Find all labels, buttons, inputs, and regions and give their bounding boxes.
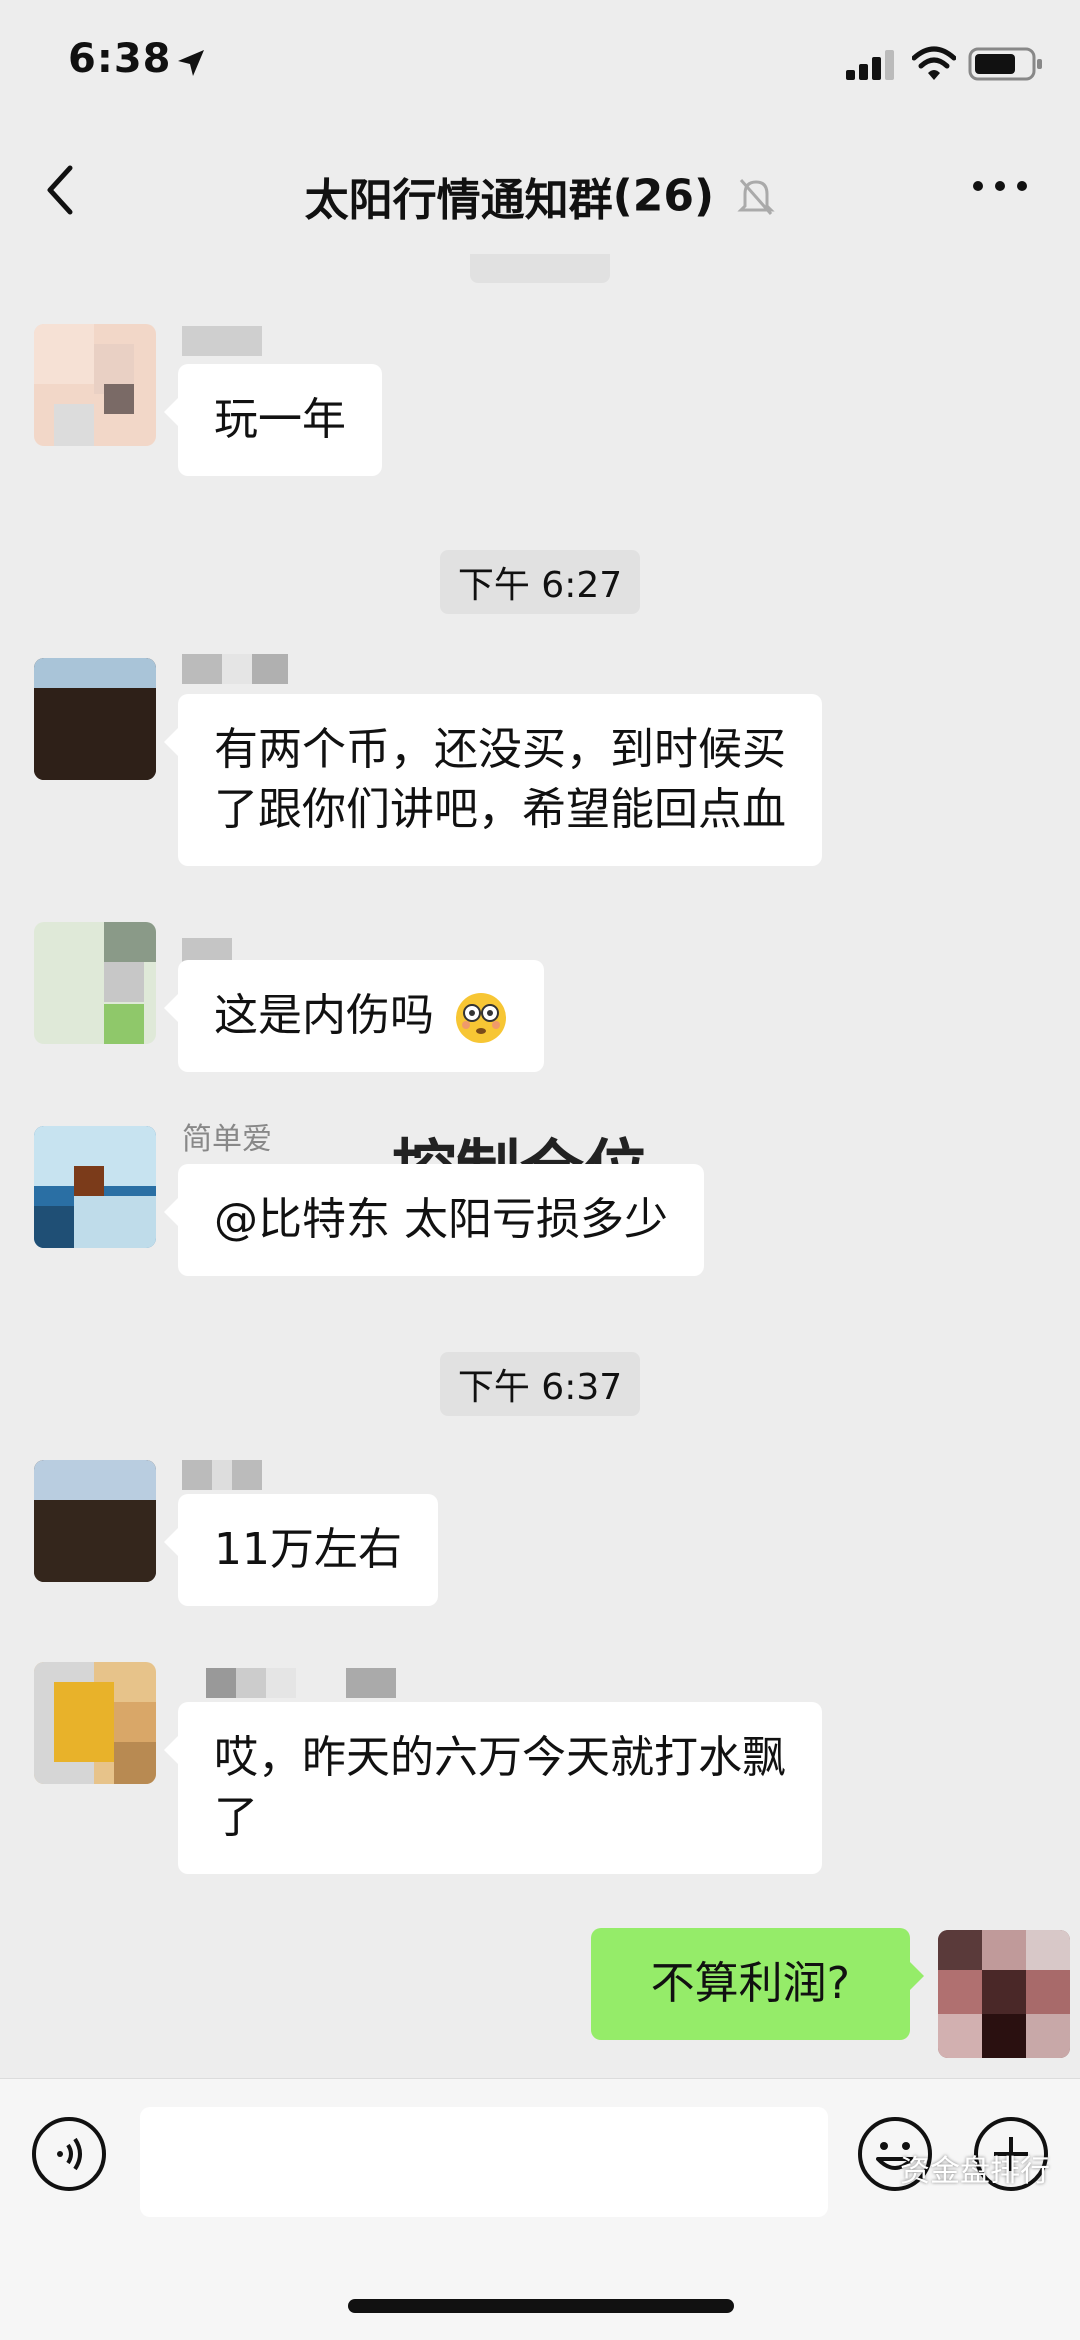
message-bubble[interactable]: @比特东 太阳亏损多少: [164, 1164, 704, 1276]
message-bubble[interactable]: 11万左右: [164, 1494, 438, 1606]
message-text-line: 了: [214, 1792, 258, 1843]
message-text: 玩一年: [214, 394, 346, 445]
sender-name-redacted: [206, 1668, 396, 1698]
message-text: 11万左右: [214, 1524, 402, 1575]
message-text-line: 有两个币，还没买，到时候买: [214, 724, 786, 775]
message-text-line: 哎，昨天的六万今天就打水飘: [214, 1732, 786, 1783]
sender-name-redacted: [182, 654, 288, 684]
avatar[interactable]: [34, 658, 156, 780]
message-text: 这是内伤吗: [214, 990, 434, 1041]
sender-name-redacted: [182, 326, 262, 356]
cellular-signal-icon: [846, 50, 894, 80]
avatar[interactable]: [34, 324, 156, 446]
message-bubble[interactable]: 有两个币，还没买，到时候买 了跟你们讲吧，希望能回点血: [164, 694, 822, 866]
sender-name-redacted: [182, 1460, 262, 1490]
sender-name: 简单爱: [182, 1122, 272, 1157]
avatar[interactable]: [34, 1126, 156, 1248]
wifi-icon: [912, 46, 956, 80]
my-message-bubble[interactable]: 不算利润?: [590, 1928, 925, 2040]
message-text-line: 了跟你们讲吧，希望能回点血: [214, 784, 786, 835]
message-text: 不算利润?: [650, 1958, 850, 2009]
timestamp: 下午 6:27: [0, 550, 1080, 614]
chat-header: 太阳行情通知群(26): [0, 130, 1080, 255]
message-bubble[interactable]: 哎，昨天的六万今天就打水飘 了: [164, 1702, 822, 1874]
source-watermark: 资金盘排行: [900, 2154, 1050, 2189]
message-bubble[interactable]: 这是内伤吗: [164, 960, 544, 1072]
chat-messages-area[interactable]: 00:00 玩一年 下午 6:27 有两个币，还没买，到时候买 了跟你们讲吧，希…: [0, 254, 1080, 2078]
voice-input-icon[interactable]: [30, 2115, 108, 2193]
mute-bell-icon: [737, 179, 776, 215]
avatar[interactable]: [34, 1460, 156, 1582]
status-time: 6:38: [68, 36, 172, 82]
group-name: 太阳行情通知群: [304, 175, 613, 226]
message-input-bar: [0, 2078, 1080, 2340]
my-avatar[interactable]: [938, 1930, 1070, 2058]
chat-title: 太阳行情通知群(26): [0, 164, 1080, 228]
timestamp-text: 下午 6:37: [439, 1352, 641, 1416]
location-arrow-icon: [178, 50, 204, 76]
timestamp-partial: 00:00: [0, 254, 1080, 283]
message-bubble[interactable]: 玩一年: [164, 364, 382, 476]
avatar[interactable]: [34, 922, 156, 1044]
message-input[interactable]: [140, 2107, 828, 2217]
flushed-face-emoji-icon: [456, 993, 506, 1043]
battery-icon: [968, 47, 1042, 81]
home-indicator: [348, 2299, 734, 2313]
member-count: (26): [612, 170, 715, 222]
timestamp-text: 下午 6:27: [439, 550, 641, 614]
status-bar: 6:38: [0, 0, 1080, 130]
message-text: @比特东 太阳亏损多少: [214, 1194, 668, 1245]
more-options-icon[interactable]: [970, 176, 1030, 196]
timestamp: 下午 6:37: [0, 1352, 1080, 1416]
avatar[interactable]: [34, 1662, 156, 1784]
